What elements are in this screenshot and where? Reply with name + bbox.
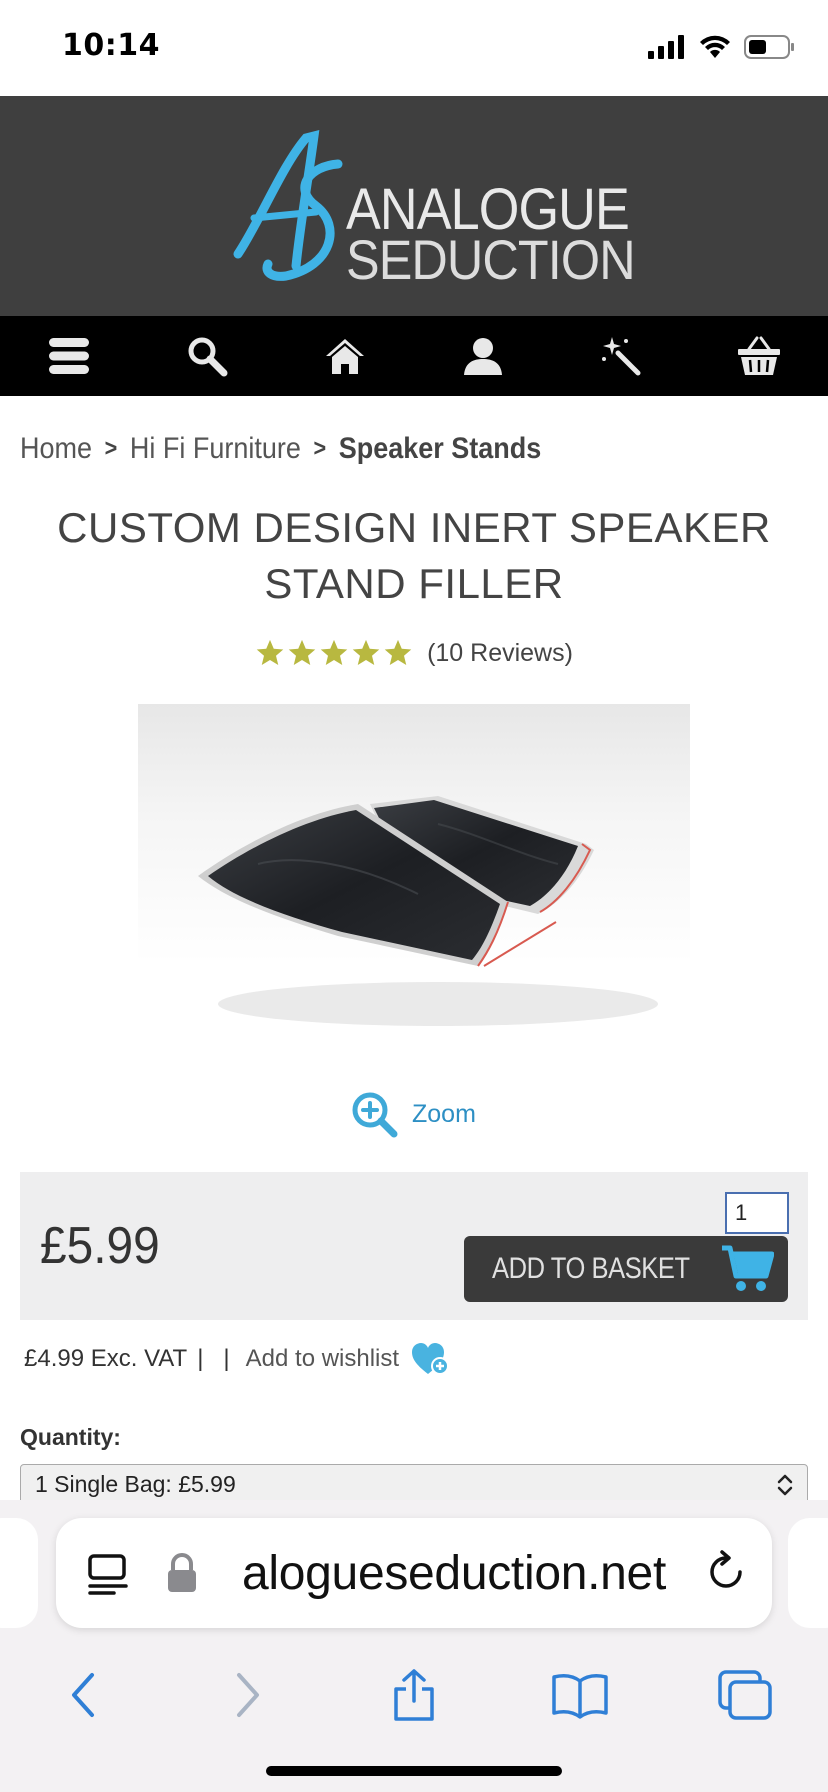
battery-icon (744, 35, 794, 59)
site-logo[interactable]: ANALOGUE SEDUCTION (220, 126, 636, 288)
bookmarks-button[interactable] (497, 1650, 663, 1740)
quantity-label: Quantity: (20, 1424, 121, 1450)
nav-menu[interactable] (0, 316, 138, 396)
star-icon (256, 639, 284, 665)
divider: | (223, 1345, 230, 1372)
zoom-in-icon (352, 1092, 398, 1138)
next-tab-peek[interactable] (788, 1518, 828, 1628)
menu-icon (49, 338, 89, 374)
breadcrumb-home[interactable]: Home (20, 432, 92, 466)
magic-wand-icon (602, 337, 641, 376)
star-icon (384, 639, 412, 665)
vat-wishlist-row: £4.99 Exc. VAT | | Add to wishlist (24, 1342, 450, 1376)
breadcrumb-speaker-stands[interactable]: Speaker Stands (339, 432, 542, 466)
share-button[interactable] (331, 1650, 497, 1740)
nav-account[interactable] (414, 316, 552, 396)
add-to-basket-label: ADD TO BASKET (492, 1252, 690, 1285)
wifi-icon (700, 35, 730, 58)
star-icon (352, 639, 380, 665)
status-time: 10:14 (62, 28, 160, 63)
nav-search[interactable] (138, 316, 276, 396)
heart-plus-icon[interactable] (411, 1342, 450, 1376)
breadcrumb-separator: > (313, 435, 327, 462)
browser-bottom-bar: alogueseduction.net (0, 1500, 828, 1792)
quantity-select[interactable]: 1 Single Bag: £5.99 (20, 1464, 808, 1504)
nav-bar (0, 316, 828, 396)
share-icon (394, 1669, 434, 1721)
product-rating: (10 Reviews) (0, 638, 828, 668)
divider: | (197, 1345, 204, 1372)
breadcrumb: Home > Hi Fi Furniture > Speaker Stands (20, 432, 541, 466)
zoom-label: Zoom (412, 1099, 476, 1128)
star-icon (288, 639, 316, 665)
product-title: CUSTOM DESIGN INERT SPEAKER STAND FILLER (57, 504, 771, 607)
chevron-right-icon (237, 1673, 260, 1717)
previous-tab-peek[interactable] (0, 1518, 38, 1628)
chevron-updown-icon (777, 1474, 793, 1496)
nav-home[interactable] (276, 316, 414, 396)
rating-stars (255, 638, 413, 668)
breadcrumb-hifi-furniture[interactable]: Hi Fi Furniture (130, 432, 301, 466)
reload-icon[interactable] (704, 1550, 748, 1594)
logo-monogram (233, 130, 343, 281)
book-icon (551, 1674, 608, 1719)
star-icon (320, 639, 348, 665)
account-icon (464, 338, 502, 375)
page-menu-icon[interactable] (86, 1552, 130, 1596)
tabs-icon (718, 1670, 772, 1720)
nav-wand[interactable] (552, 316, 690, 396)
cellular-signal-icon (648, 35, 684, 59)
price-panel: £5.99 1 ADD TO BASKET (20, 1172, 808, 1320)
nav-basket[interactable] (690, 316, 828, 396)
add-to-wishlist-link[interactable]: Add to wishlist (246, 1345, 399, 1373)
price-ex-vat: £4.99 Exc. VAT (24, 1345, 188, 1372)
zoom-button[interactable]: Zoom (350, 1090, 476, 1138)
status-bar: 10:14 (0, 0, 828, 96)
search-icon (188, 337, 228, 377)
status-icons (648, 34, 796, 60)
browser-toolbar (0, 1650, 828, 1740)
back-button[interactable] (0, 1650, 166, 1740)
product-price: £5.99 (40, 1217, 160, 1275)
filler-bags-illustration (198, 796, 658, 1026)
address-bar[interactable]: alogueseduction.net (56, 1518, 772, 1628)
breadcrumb-separator: > (104, 435, 118, 462)
review-count-link[interactable]: (10 Reviews) (427, 639, 573, 668)
tabs-button[interactable] (662, 1650, 828, 1740)
logo-text-line2: SEDUCTION (346, 228, 636, 291)
product-image[interactable] (138, 704, 690, 1074)
shopping-cart-icon (722, 1245, 774, 1291)
forward-button[interactable] (166, 1650, 332, 1740)
quantity-input[interactable]: 1 (725, 1192, 789, 1234)
add-to-basket-button[interactable]: ADD TO BASKET (464, 1236, 788, 1302)
home-indicator[interactable] (266, 1766, 562, 1776)
url-text: alogueseduction.net (242, 1547, 666, 1600)
basket-icon (738, 336, 780, 375)
chevron-left-icon (71, 1673, 94, 1717)
site-header: ANALOGUE SEDUCTION (0, 96, 828, 316)
lock-icon (168, 1553, 196, 1592)
quantity-selected-option: 1 Single Bag: £5.99 (35, 1471, 236, 1497)
home-icon (326, 339, 364, 374)
